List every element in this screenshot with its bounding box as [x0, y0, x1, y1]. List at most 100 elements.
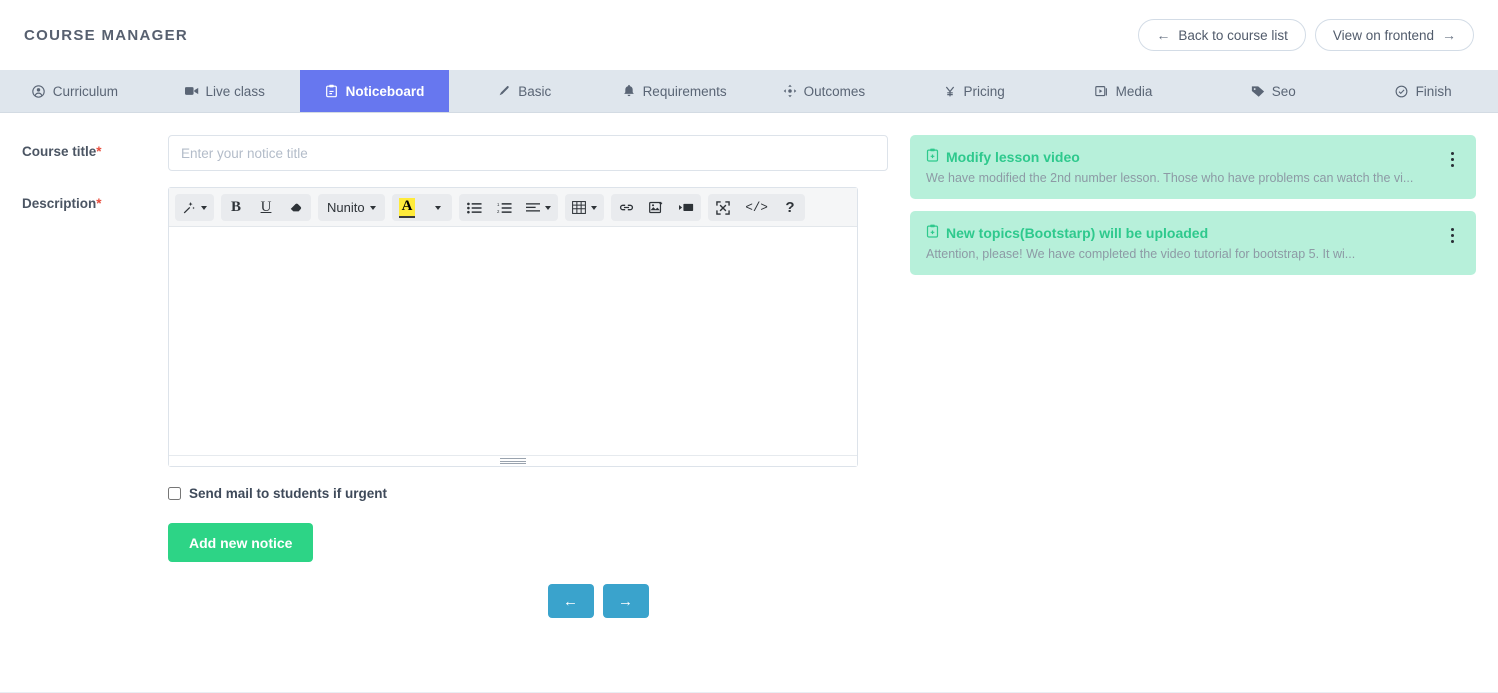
- toolbar-group-format: B U: [221, 194, 311, 221]
- ordered-list-button[interactable]: 12: [489, 194, 519, 221]
- clipboard-icon: [325, 84, 339, 98]
- tag-icon: [1251, 84, 1265, 98]
- send-mail-checkbox[interactable]: [168, 487, 181, 500]
- view-on-frontend-label: View on frontend: [1333, 28, 1434, 43]
- arrow-right-icon: →: [1442, 28, 1456, 42]
- fullscreen-button[interactable]: [708, 194, 738, 221]
- course-manager-app: COURSE MANAGER ← Back to course list Vie…: [0, 0, 1498, 693]
- font-color-dropdown[interactable]: [422, 194, 452, 221]
- clipboard-plus-icon: [926, 148, 939, 165]
- link-button[interactable]: [611, 194, 641, 221]
- underline-button[interactable]: U: [251, 194, 281, 221]
- editor-resize-handle[interactable]: [169, 455, 857, 466]
- code-view-button[interactable]: </>: [738, 194, 775, 221]
- remove-format-eraser-icon[interactable]: [281, 194, 311, 221]
- notice-title-text: New topics(Bootstarp) will be uploaded: [946, 225, 1208, 241]
- toolbar-group-view: </> ?: [708, 194, 805, 221]
- tab-label: Noticeboard: [346, 84, 425, 99]
- bell-icon: [622, 84, 636, 98]
- description-editable-area[interactable]: [169, 227, 857, 455]
- notice-list: Modify lesson video We have modified the…: [888, 135, 1476, 693]
- svg-text:1: 1: [497, 202, 500, 207]
- tab-pricing[interactable]: Pricing: [899, 70, 1049, 112]
- tab-basic[interactable]: Basic: [449, 70, 599, 112]
- notice-item[interactable]: New topics(Bootstarp) will be uploaded A…: [910, 211, 1476, 275]
- send-mail-checkbox-row: Send mail to students if urgent: [168, 486, 888, 501]
- notice-title-text: Modify lesson video: [946, 149, 1080, 165]
- help-button[interactable]: ?: [775, 194, 805, 221]
- description-row: Description* B: [22, 187, 888, 618]
- tab-label: Requirements: [643, 84, 727, 99]
- editor-toolbar: B U Nunito: [169, 188, 857, 227]
- tab-label: Pricing: [964, 84, 1005, 99]
- add-new-notice-button[interactable]: Add new notice: [168, 523, 313, 562]
- notice-title: New topics(Bootstarp) will be uploaded: [926, 224, 1436, 241]
- tab-finish[interactable]: Finish: [1348, 70, 1498, 112]
- tab-label: Live class: [206, 84, 265, 99]
- pagination: ← →: [308, 584, 888, 618]
- chevron-down-icon: [201, 206, 207, 210]
- header-actions: ← Back to course list View on frontend →: [1138, 19, 1474, 51]
- resize-grip-icon: [500, 457, 526, 466]
- description-label: Description*: [22, 187, 168, 211]
- toolbar-group-style: [175, 194, 214, 221]
- view-on-frontend-button[interactable]: View on frontend →: [1315, 19, 1474, 51]
- back-to-course-list-button[interactable]: ← Back to course list: [1138, 19, 1306, 51]
- move-arrows-icon: [783, 84, 797, 98]
- description-field-wrap: B U Nunito: [168, 187, 888, 618]
- tab-noticeboard[interactable]: Noticeboard: [300, 70, 450, 112]
- tab-requirements[interactable]: Requirements: [599, 70, 749, 112]
- tab-label: Basic: [518, 84, 551, 99]
- course-title-row: Course title*: [22, 135, 888, 171]
- picture-button[interactable]: [641, 194, 671, 221]
- tab-label: Outcomes: [804, 84, 866, 99]
- page-header: COURSE MANAGER ← Back to course list Vie…: [0, 0, 1498, 70]
- video-button[interactable]: [671, 194, 701, 221]
- font-color-button[interactable]: A: [392, 194, 423, 221]
- tab-curriculum[interactable]: Curriculum: [0, 70, 150, 112]
- tab-label: Finish: [1416, 84, 1452, 99]
- tab-live-class[interactable]: Live class: [150, 70, 300, 112]
- notice-options-menu-icon[interactable]: [1444, 224, 1460, 246]
- page-body: Course title* Description*: [0, 113, 1498, 693]
- tab-label: Media: [1116, 84, 1153, 99]
- check-circle-icon: [1395, 84, 1409, 98]
- unordered-list-button[interactable]: [459, 194, 489, 221]
- toolbar-group-table: [565, 194, 604, 221]
- toolbar-group-lists: 12: [459, 194, 558, 221]
- style-magic-icon[interactable]: [175, 194, 214, 221]
- arrow-left-icon: ←: [1156, 28, 1170, 42]
- notice-item[interactable]: Modify lesson video We have modified the…: [910, 135, 1476, 199]
- toolbar-group-fontname: Nunito: [318, 194, 385, 221]
- course-section-tabs: Curriculum Live class Noticeboard Basic: [0, 70, 1498, 113]
- toolbar-group-insert: [611, 194, 701, 221]
- svg-text:2: 2: [497, 209, 500, 214]
- paragraph-align-dropdown[interactable]: [519, 194, 558, 221]
- notice-content: New topics(Bootstarp) will be uploaded A…: [926, 224, 1436, 261]
- chevron-down-icon: [591, 206, 597, 210]
- course-title-input[interactable]: [168, 135, 888, 171]
- course-title-field-wrap: [168, 135, 888, 171]
- notice-options-menu-icon[interactable]: [1444, 148, 1460, 170]
- user-circle-icon: [32, 84, 46, 98]
- back-to-course-list-label: Back to course list: [1178, 28, 1288, 43]
- notice-description: Attention, please! We have completed the…: [926, 247, 1436, 261]
- bold-button[interactable]: B: [221, 194, 251, 221]
- tab-outcomes[interactable]: Outcomes: [749, 70, 899, 112]
- previous-page-button[interactable]: ←: [548, 584, 594, 618]
- notice-title: Modify lesson video: [926, 148, 1436, 165]
- course-title-label: Course title*: [22, 135, 168, 159]
- chevron-down-icon: [435, 206, 441, 210]
- chevron-down-icon: [370, 206, 376, 210]
- next-page-button[interactable]: →: [603, 584, 649, 618]
- media-play-icon: [1095, 84, 1109, 98]
- tab-seo[interactable]: Seo: [1198, 70, 1348, 112]
- page-title: COURSE MANAGER: [24, 27, 188, 44]
- notice-content: Modify lesson video We have modified the…: [926, 148, 1436, 185]
- tab-label: Seo: [1272, 84, 1296, 99]
- yen-currency-icon: [943, 84, 957, 98]
- font-name-value: Nunito: [327, 200, 365, 215]
- tab-media[interactable]: Media: [1049, 70, 1199, 112]
- table-dropdown[interactable]: [565, 194, 604, 221]
- font-name-dropdown[interactable]: Nunito: [318, 194, 385, 221]
